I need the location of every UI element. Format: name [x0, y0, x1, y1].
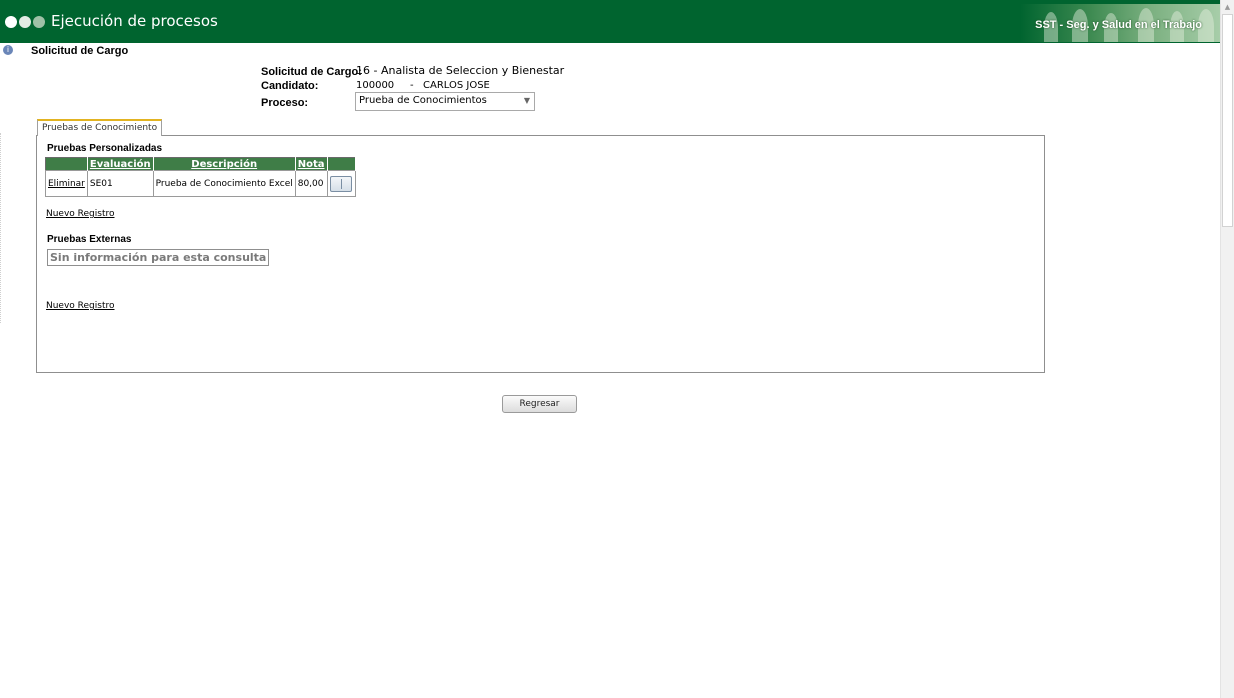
tab-pruebas-de-conocimiento[interactable]: Pruebas de Conocimiento [37, 119, 163, 136]
evaluacion-cell: SE01 [86, 170, 154, 197]
column-header-action [45, 157, 88, 171]
scroll-thumb[interactable] [1222, 14, 1233, 227]
pruebas-personalizadas-table: Evaluación Descripción Nota Eliminar SE0… [45, 157, 356, 197]
descripcion-cell: Prueba de Conocimiento Excel [152, 170, 296, 197]
proceso-select[interactable]: Prueba de Conocimientos ▼ [355, 92, 535, 111]
page-title: Solicitud de Cargo [31, 45, 129, 57]
nota-cell: 80,00 [294, 170, 328, 197]
candidato-name: CARLOS JOSE [423, 80, 490, 91]
book-icon[interactable] [330, 175, 353, 192]
nuevo-registro-externas-link[interactable]: Nuevo Registro [46, 301, 115, 311]
cargo-value: 16 - Analista de Seleccion y Bienestar [356, 64, 565, 77]
table-row: Eliminar SE01 Prueba de Conocimiento Exc… [45, 170, 356, 197]
column-header-evaluacion[interactable]: Evaluación [87, 157, 154, 171]
candidato-code: 100000 [356, 80, 395, 91]
app-header: Ejecución de procesos SST - Seg. y Salud… [0, 0, 1220, 43]
brand-text: SST - Seg. y Salud en el Trabajo [1035, 19, 1202, 31]
regresar-button[interactable]: Regresar [502, 395, 577, 413]
app-title: Ejecución de procesos [51, 12, 218, 30]
pruebas-externas-title: Pruebas Externas [47, 234, 132, 245]
cargo-label: Solicitud de Cargo: [261, 66, 362, 78]
table-header-row: Evaluación Descripción Nota [45, 157, 356, 171]
column-header-detail [327, 157, 356, 171]
empty-message: Sin información para esta consulta [47, 249, 270, 266]
info-icon: i [3, 45, 13, 55]
eliminar-link[interactable]: Eliminar [48, 179, 85, 189]
vertical-scrollbar[interactable]: ▲ [1220, 0, 1234, 698]
column-header-descripcion[interactable]: Descripción [153, 157, 296, 171]
left-divider [0, 133, 2, 323]
candidato-separator: - [410, 80, 414, 91]
row-action-cell: Eliminar [45, 170, 88, 197]
detail-cell [326, 170, 356, 197]
proceso-selected-value: Prueba de Conocimientos [359, 95, 487, 106]
proceso-label: Proceso: [261, 97, 309, 109]
candidato-label: Candidato: [261, 80, 319, 92]
scroll-up-arrow-icon[interactable]: ▲ [1221, 0, 1234, 14]
nuevo-registro-personalizadas-link[interactable]: Nuevo Registro [46, 209, 115, 219]
pruebas-personalizadas-title: Pruebas Personalizadas [47, 143, 163, 154]
column-header-nota[interactable]: Nota [295, 157, 328, 171]
tab-panel: Pruebas Personalizadas Evaluación Descri… [36, 135, 1045, 373]
chevron-down-icon[interactable]: ▼ [524, 96, 530, 105]
brand-banner: SST - Seg. y Salud en el Trabajo [1020, 4, 1220, 42]
